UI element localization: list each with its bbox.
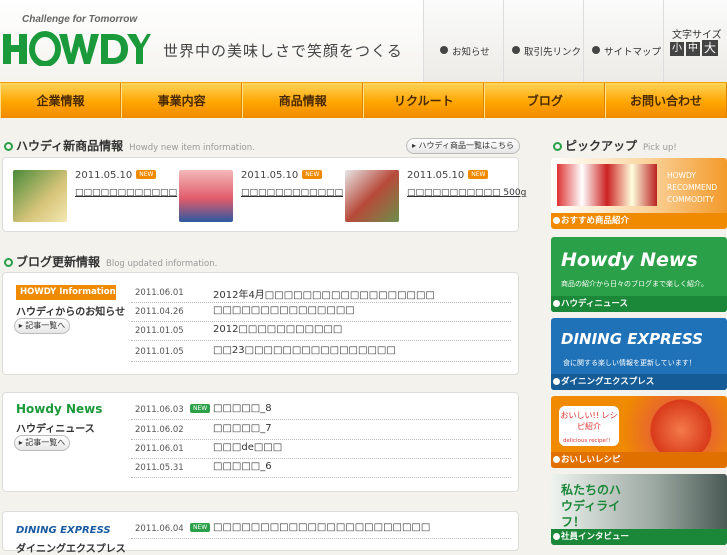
font-small-button[interactable]: 小 <box>670 42 684 56</box>
nav-products[interactable]: 商品情報 <box>242 83 364 118</box>
blog-logo[interactable]: DINING EXPRESS <box>16 525 111 536</box>
pickup-dining[interactable]: DINING EXPRESS 食に関する楽しい情報を更新しています！ ダイニング… <box>551 318 727 390</box>
bullet-icon <box>592 46 600 54</box>
blog-tag[interactable]: HOWDY Information <box>16 285 116 300</box>
slogan: 世界中の美味しさで笑顔をつくる <box>163 42 403 60</box>
new-items-panel: 2011.05.10 NEW □□□□□□□□□□□□ 2011.05.10 NEW… <box>2 157 526 232</box>
blog-heading: ブログ更新情報 Blog updated information. <box>4 253 217 270</box>
blog-name: ハウディニュース <box>16 424 95 435</box>
nav-recruit[interactable]: リクルート <box>363 83 485 118</box>
item-link[interactable]: □□□□□□□□□□□□ <box>241 188 343 198</box>
blog-row[interactable]: 2011.06.01 2012年4月□□□□□□□□□□□□□□□□□□ <box>131 284 511 303</box>
blog-panel-dining: DINING EXPRESS ダイニングエクスプレス 2011.06.04 NEW… <box>2 511 519 555</box>
blog-row[interactable]: 2011.01.05 □□23□□□□□□□□□□□□□□□□ <box>131 343 511 362</box>
blog-panel-info: HOWDY Information ハウディからのお知らせ ▸ 記事一覧へ 20… <box>2 272 519 375</box>
pickup-text: Howdy News <box>561 249 698 271</box>
pickup-caption: おいしいレシピ <box>551 452 727 468</box>
pickup-heading: ピックアップ Pick up! <box>553 137 677 154</box>
howdy-logo[interactable] <box>3 30 151 66</box>
pickup-text: HOWDY RECOMMEND COMMODITY <box>667 171 718 204</box>
pickup-text: 私たちのハウディライフ！ <box>561 483 622 529</box>
ring-icon <box>553 142 562 151</box>
blog-row[interactable]: 2011.06.02 □□□□□_7 <box>131 421 511 440</box>
blog-row[interactable]: 2011.04.26 □□□□□□□□□□□□□□□ <box>131 303 511 322</box>
pickup-text: DINING EXPRESS <box>561 330 703 348</box>
blog-row[interactable]: 2011.06.03 NEW □□□□□_8 <box>131 401 511 420</box>
site-header: Challenge for Tomorrow 世界中の美味しさで笑顔をつくる お… <box>0 0 727 82</box>
products-image <box>557 164 657 206</box>
product-image[interactable] <box>345 170 399 222</box>
ring-icon <box>4 258 13 267</box>
pickup-caption: おすすめ商品紹介 <box>551 213 727 229</box>
font-medium-button[interactable]: 中 <box>686 42 700 56</box>
item-date: 2011.05.10 NEW <box>241 170 323 181</box>
blog-logo[interactable]: Howdy News <box>16 402 102 416</box>
blog-row[interactable]: 2011.05.31 □□□□□_6 <box>131 459 511 478</box>
pickup-sub: delicious recipe!! <box>563 438 611 444</box>
product-list-button[interactable]: ▸ ハウディ商品一覧はこちら <box>406 138 520 154</box>
article-list-button[interactable]: ▸ 記事一覧へ <box>14 435 70 451</box>
nav-contact[interactable]: お問い合わせ <box>605 83 727 118</box>
blog-name: ハウディからのお知らせ <box>16 307 126 318</box>
pickup-caption: 社員インタビュー <box>551 529 727 545</box>
nav-business[interactable]: 事業内容 <box>121 83 243 118</box>
blog-row[interactable]: 2011.01.05 2012□□□□□□□□□□□ <box>131 322 511 341</box>
item-date: 2011.05.10 NEW <box>75 170 157 181</box>
main-nav: 企業情報 事業内容 商品情報 リクルート ブログ お問い合わせ <box>0 82 727 118</box>
blog-row[interactable]: 2011.06.01 □□□de□□□ <box>131 440 511 459</box>
item-link[interactable]: □□□□□□□□□□□□ <box>75 188 177 198</box>
partner-link[interactable]: 取引先リンク <box>503 0 583 82</box>
ring-icon <box>4 142 13 151</box>
item-date: 2011.05.10 NEW <box>407 170 489 181</box>
product-image[interactable] <box>13 170 67 222</box>
bullet-icon <box>440 46 448 54</box>
pickup-caption: ハウディニュース <box>551 296 727 312</box>
blog-row[interactable]: 2011.06.04 NEW □□□□□□□□□□□□□□□□□□□□□□□ <box>131 520 511 539</box>
article-list-button[interactable]: ▸ 記事一覧へ <box>14 318 70 334</box>
pickup-sub: 食に関する楽しい情報を更新しています！ <box>563 359 696 367</box>
font-size-control: 文字サイズ 小 中 大 <box>663 0 727 82</box>
news-link[interactable]: お知らせ <box>423 0 503 82</box>
pickup-interview[interactable]: 私たちのハウディライフ！ 社員インタビュー <box>551 474 727 545</box>
new-items-heading: ハウディ新商品情報 Howdy new item information. <box>4 137 255 154</box>
pickup-caption: ダイニングエクスプレス <box>551 374 727 390</box>
pickup-sub: 商品の紹介から日々のブログまで楽しく紹介。 <box>561 280 708 288</box>
sitemap-link[interactable]: サイトマップ <box>583 0 663 82</box>
font-large-button[interactable]: 大 <box>702 40 718 56</box>
pickup-news[interactable]: Howdy News 商品の紹介から日々のブログまで楽しく紹介。 ハウディニュー… <box>551 237 727 312</box>
blog-name: ダイニングエクスプレス <box>16 544 126 555</box>
blog-panel-news: Howdy News ハウディニュース ▸ 記事一覧へ 2011.06.03 NE… <box>2 392 519 492</box>
product-image[interactable] <box>179 170 233 222</box>
nav-blog[interactable]: ブログ <box>484 83 606 118</box>
bullet-icon <box>512 46 520 54</box>
pickup-recipe[interactable]: おいしい!! レシピ紹介 delicious recipe!! おいしいレシピ <box>551 396 727 468</box>
item-link[interactable]: □□□□□□□□□□□ 500g <box>407 188 526 198</box>
tagline: Challenge for Tomorrow <box>22 14 138 25</box>
pickup-recommend[interactable]: HOWDY RECOMMEND COMMODITY おすすめ商品紹介 <box>551 158 727 229</box>
nav-company[interactable]: 企業情報 <box>0 83 122 118</box>
